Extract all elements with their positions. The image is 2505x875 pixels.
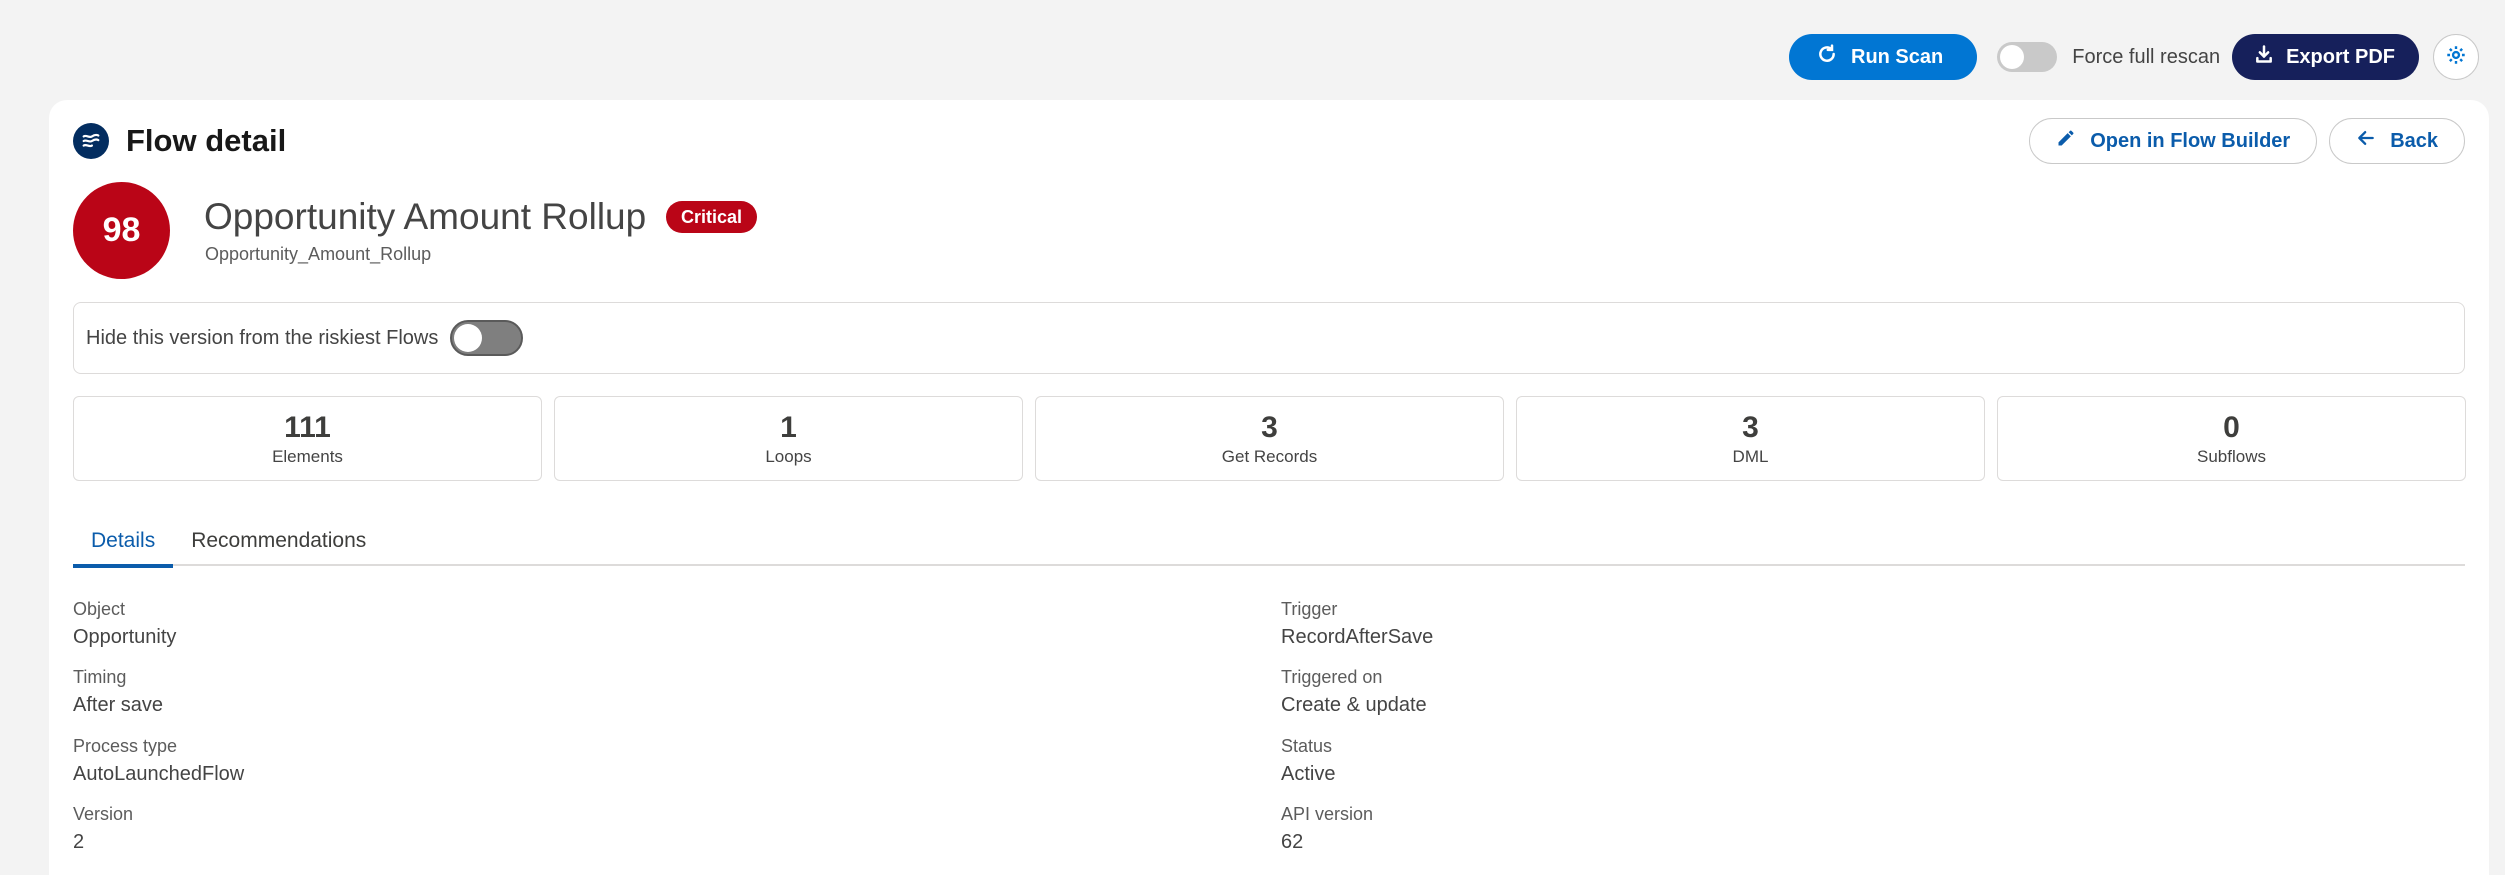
flow-detail-card: Flow detail Open in Flow Builder Back 98…: [49, 100, 2489, 875]
tab-details[interactable]: Details: [73, 516, 174, 568]
stat-label: Loops: [765, 446, 812, 466]
arrow-left-icon: [2356, 128, 2376, 154]
field-label: Triggered on: [1281, 667, 1383, 687]
hide-version-label: Hide this version from the riskiest Flow…: [86, 326, 439, 349]
field-label: Trigger: [1281, 599, 1338, 619]
stat-value: 1: [780, 410, 797, 444]
field-value: 2: [73, 831, 85, 853]
stat-subflows: 0 Subflows: [1997, 396, 2466, 481]
page-title: Flow detail: [126, 123, 287, 158]
field-value: Active: [1281, 763, 1336, 785]
field-version: Version 2: [73, 803, 133, 855]
run-scan-button[interactable]: Run Scan: [1789, 34, 1978, 80]
flow-icon: [73, 123, 109, 159]
field-triggered-on: Triggered on Create & update: [1281, 666, 1427, 718]
open-in-flow-builder-label: Open in Flow Builder: [2090, 129, 2291, 152]
field-label: API version: [1281, 804, 1374, 824]
header-actions: Open in Flow Builder Back: [2029, 118, 2465, 164]
hide-version-toggle[interactable]: [450, 320, 524, 356]
stat-label: Subflows: [2197, 446, 2266, 466]
toggle-knob: [454, 324, 483, 352]
field-label: Status: [1281, 736, 1333, 756]
field-value: Opportunity: [73, 626, 177, 648]
field-label: Timing: [73, 667, 127, 687]
stat-value: 0: [2223, 410, 2240, 444]
hide-version-panel: Hide this version from the riskiest Flow…: [73, 302, 2465, 374]
field-value: RecordAfterSave: [1281, 626, 1434, 648]
gear-icon: [2445, 44, 2467, 71]
field-label: Object: [73, 599, 126, 619]
toggle-knob: [2000, 45, 2025, 69]
stat-value: 3: [1261, 410, 1278, 444]
refresh-icon: [1817, 44, 1837, 70]
force-rescan-label: Force full rescan: [2072, 45, 2221, 68]
flow-api-name: Opportunity_Amount_Rollup: [205, 244, 432, 264]
force-rescan-toggle[interactable]: [1997, 42, 2058, 72]
risk-score: 98: [73, 182, 170, 279]
stats-row: 111 Elements 1 Loops 3 Get Records 3 DML…: [73, 396, 2466, 481]
tab-bar: Details Recommendations: [73, 516, 2465, 568]
settings-button[interactable]: [2433, 34, 2479, 80]
back-button[interactable]: Back: [2329, 118, 2465, 164]
field-value: Create & update: [1281, 694, 1427, 716]
field-trigger: Trigger RecordAfterSave: [1281, 598, 1433, 650]
stat-value: 3: [1742, 410, 1759, 444]
run-scan-label: Run Scan: [1851, 45, 1944, 68]
field-status: Status Active: [1281, 735, 1335, 787]
stat-elements: 111 Elements: [73, 396, 542, 481]
flow-name: Opportunity Amount Rollup: [204, 196, 647, 237]
field-timing: Timing After save: [73, 666, 163, 718]
tab-recommendations[interactable]: Recommendations: [173, 516, 384, 566]
field-value: AutoLaunchedFlow: [73, 763, 245, 785]
back-label: Back: [2390, 129, 2438, 152]
export-pdf-button[interactable]: Export PDF: [2232, 34, 2419, 80]
download-icon: [2254, 44, 2274, 70]
field-process-type: Process type AutoLaunchedFlow: [73, 735, 244, 787]
stat-value: 111: [284, 410, 331, 444]
stat-label: Get Records: [1221, 446, 1318, 466]
stat-get-records: 3 Get Records: [1035, 396, 1504, 481]
field-label: Version: [73, 804, 134, 824]
field-object: Object Opportunity: [73, 598, 176, 650]
field-api-version: API version 62: [1281, 803, 1373, 855]
card-header: Flow detail: [73, 123, 286, 159]
stat-label: DML: [1732, 446, 1769, 466]
export-pdf-label: Export PDF: [2286, 45, 2395, 68]
field-value: 62: [1281, 831, 1304, 853]
open-in-flow-builder-button[interactable]: Open in Flow Builder: [2029, 118, 2318, 164]
stat-loops: 1 Loops: [554, 396, 1023, 481]
pencil-icon: [2056, 128, 2076, 154]
top-toolbar: Run Scan Force full rescan Export PDF: [1789, 34, 2479, 80]
field-value: After save: [73, 694, 164, 716]
field-label: Process type: [73, 736, 178, 756]
stat-dml: 3 DML: [1516, 396, 1985, 481]
stat-label: Elements: [272, 446, 343, 466]
severity-badge: Critical: [666, 201, 758, 233]
